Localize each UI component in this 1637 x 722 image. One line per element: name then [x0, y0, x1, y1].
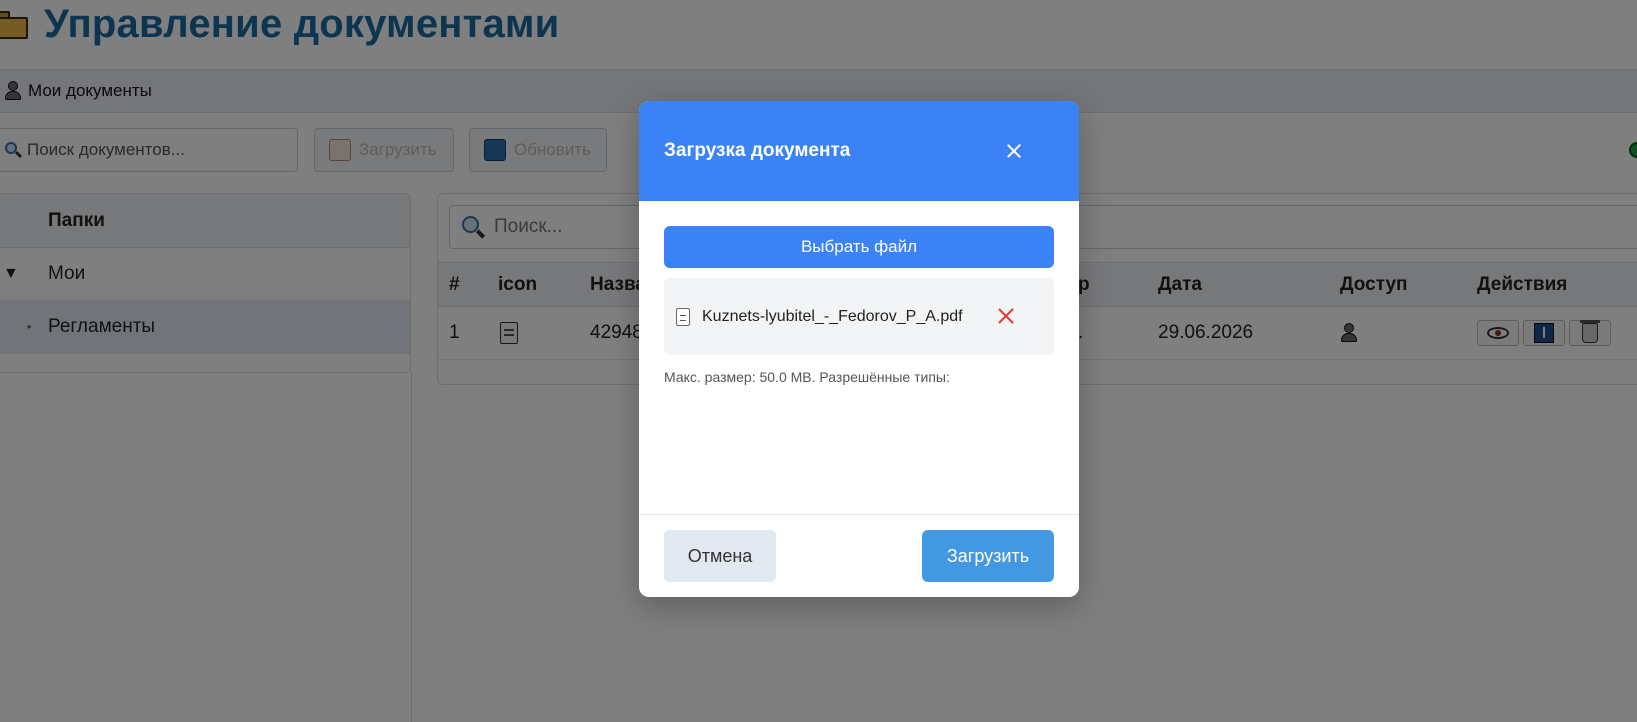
dialog-footer: Отмена Загрузить	[639, 514, 1079, 597]
dialog-title: Загрузка документа	[664, 140, 851, 161]
remove-file-icon[interactable]	[996, 306, 1016, 326]
submit-upload-button[interactable]: Загрузить	[922, 530, 1054, 582]
selected-file: Kuznets-lyubitel_-_Fedorov_P_A.pdf	[664, 278, 1054, 355]
cancel-button[interactable]: Отмена	[664, 530, 776, 582]
choose-file-button[interactable]: Выбрать файл	[664, 226, 1054, 268]
dialog-header: Загрузка документа	[639, 101, 1079, 201]
upload-dialog: Загрузка документа Выбрать файл Kuznets-…	[639, 101, 1079, 597]
file-icon	[676, 307, 690, 326]
upload-limits: Макс. размер: 50.0 MB. Разрешённые типы:	[664, 369, 950, 385]
close-icon[interactable]	[1002, 139, 1026, 163]
file-name: Kuznets-lyubitel_-_Fedorov_P_A.pdf	[702, 307, 963, 325]
